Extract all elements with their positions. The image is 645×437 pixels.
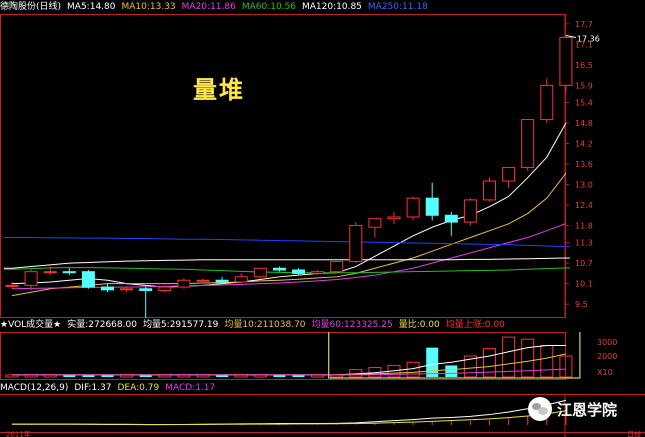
candle-body <box>559 37 573 86</box>
candle-body <box>215 279 229 283</box>
volume-bar <box>445 365 458 377</box>
price-tick-label: 10.1 <box>575 280 593 289</box>
volume-tick-label: 3000 <box>597 338 617 347</box>
volume-bar <box>426 347 439 377</box>
time-axis-label: 2011年 <box>6 430 31 437</box>
vol-real: 实量:272668.00 <box>67 320 137 330</box>
vol-ma-line <box>12 345 566 376</box>
macd-value: MACD:1.17 <box>165 383 216 393</box>
volume-chart[interactable]: 3000 2000 X10 <box>0 319 645 380</box>
price-tick-label: 12.4 <box>575 201 593 210</box>
candle-body <box>177 279 191 288</box>
period-label: 日线 <box>627 430 641 437</box>
candle-body <box>483 180 496 201</box>
candle-body <box>81 271 95 288</box>
volume-chart-svg: 3000 2000 X10 <box>0 319 617 380</box>
price-tick-label: 9.5 <box>575 300 588 309</box>
candle-body <box>349 225 363 262</box>
volume-bar <box>540 345 554 378</box>
vol-avg60: 均量60:123325.25 <box>311 320 393 330</box>
candle-body <box>463 199 477 223</box>
price-tick-label: 11.8 <box>575 222 593 231</box>
candle-body <box>234 276 248 283</box>
macd-dea: DEA:0.79 <box>117 383 160 393</box>
volume-tick-label: X10 <box>597 368 613 377</box>
price-tick-label: 15.4 <box>575 98 593 107</box>
candle-body <box>43 271 57 274</box>
stock-name[interactable]: 德陶股份(日线) <box>0 0 61 14</box>
candle-body <box>311 271 325 274</box>
ma60-label: MA60:10.56 <box>241 2 296 12</box>
candle-body <box>196 279 210 282</box>
volume-heap-annotation: 量堆 <box>193 75 245 104</box>
watermark-text: 江恩学院 <box>557 400 618 419</box>
volume-bar <box>406 361 420 378</box>
vol-up: 均量上涨:0.00 <box>445 320 505 330</box>
vol-avg5: 均量5:291577.19 <box>142 320 219 330</box>
price-chart-svg: 17.717.116.515.915.414.814.213.613.012.4… <box>0 14 600 332</box>
candle-body <box>120 288 134 291</box>
candle-body <box>502 166 516 182</box>
high-label: 17.36 <box>577 34 600 43</box>
volume-header: ★VOL成交量★ 实量:272668.00 均量5:291577.19 均量10… <box>0 318 505 332</box>
price-tick-label: 10.7 <box>575 259 593 268</box>
macd-dif-line <box>12 399 567 426</box>
watermark: 江恩学院 <box>528 397 617 421</box>
candle-body <box>406 197 420 218</box>
candle-body <box>158 286 172 291</box>
candle-body <box>139 288 153 291</box>
candle-body <box>540 84 554 121</box>
price-tick-label: 14.8 <box>575 119 593 128</box>
candle-body <box>425 197 439 216</box>
candle-body <box>330 260 344 273</box>
candle-body <box>521 119 535 168</box>
price-tick-label: 13.0 <box>575 181 593 190</box>
candle-body <box>24 271 38 286</box>
price-tick-label: 15.9 <box>575 81 593 90</box>
candle-body <box>444 214 458 223</box>
price-tick-label: 17.7 <box>575 20 593 29</box>
ma20-label: MA20:11.86 <box>181 2 236 12</box>
macd-dif: DIF:1.37 <box>74 383 112 393</box>
ma10-label: MA10:13.33 <box>121 2 176 12</box>
ma5-label: MA5:14.80 <box>67 2 116 12</box>
macd-title[interactable]: MACD(12,26,9) <box>0 381 68 395</box>
candle-body <box>253 267 267 278</box>
candle-body <box>272 267 286 271</box>
ma250-label: MA250:11.18 <box>367 2 428 12</box>
vol-ma-line <box>12 368 566 376</box>
vol-lb: 量比:0.00 <box>398 320 440 330</box>
price-tick-label: 13.6 <box>575 160 593 169</box>
price-tick-label: 14.2 <box>575 139 593 148</box>
volume-tick-label: 2000 <box>597 352 617 361</box>
wechat-logo-icon <box>528 397 552 421</box>
price-tick-label: 16.5 <box>575 61 593 70</box>
candle-body <box>101 286 114 291</box>
price-chart[interactable]: 17.7 17.1 16.5 15.9 15.4 14.8 14.2 13.6 13.0 12.4… <box>0 14 645 332</box>
macd-dea-line <box>12 410 566 425</box>
price-tick-label: 11.3 <box>575 239 593 248</box>
ma-line-ma250 <box>4 237 570 248</box>
candle-body <box>387 216 401 220</box>
candle-body <box>368 218 382 228</box>
ma-line-ma10 <box>11 172 567 297</box>
candle-body <box>5 284 19 287</box>
ma-line-ma120 <box>4 257 570 269</box>
candle-body <box>62 271 76 274</box>
macd-header: MACD(12,26,9) DIF:1.37 DEA:0.79 MACD:1.1… <box>0 381 215 395</box>
vol-title[interactable]: ★VOL成交量★ <box>0 318 61 332</box>
vol-avg10: 均量10:211038.70 <box>224 320 306 330</box>
price-header: 德陶股份(日线) MA5:14.80 MA10:13.33 MA20:11.86… <box>0 0 428 14</box>
candle-body <box>292 269 305 274</box>
ma120-label: MA120:10.85 <box>302 2 362 12</box>
